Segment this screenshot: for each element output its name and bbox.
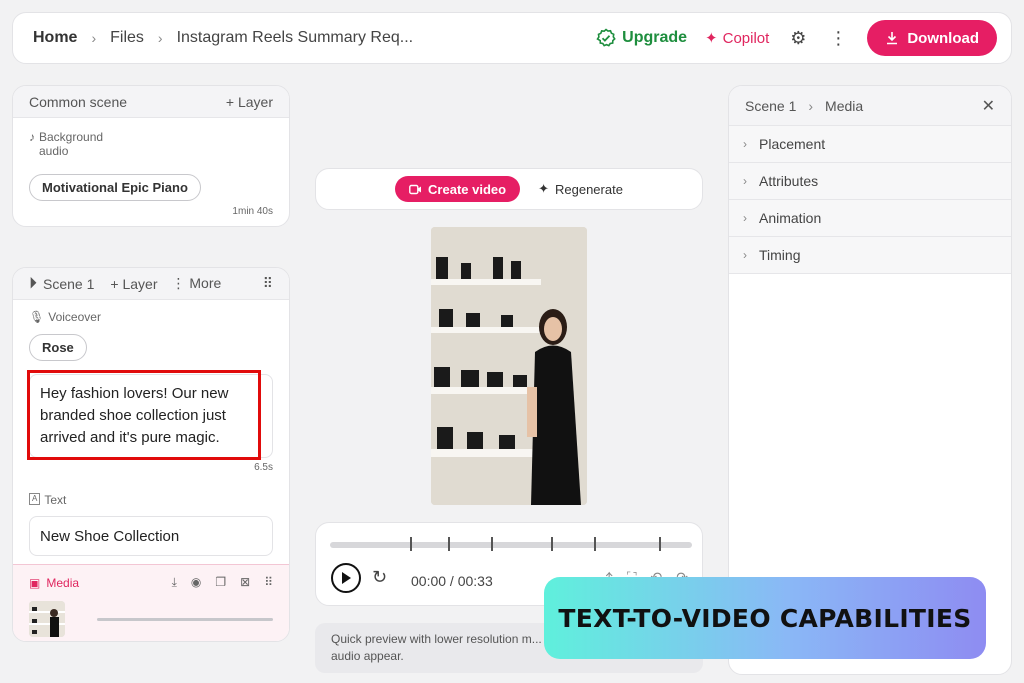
media-layer-row[interactable]: ▣ Media ⤓ ◉ ❐ ⊠ ⠿ [13, 564, 289, 641]
close-icon[interactable]: ✕ [982, 96, 995, 116]
crumb-scene[interactable]: Scene 1 [745, 98, 796, 114]
eye-icon[interactable]: ◉ [191, 575, 201, 590]
common-scene-card: Common scene + Layer ♪ Background audio … [12, 85, 290, 227]
breadcrumb-home[interactable]: Home [33, 29, 77, 47]
common-scene-title: Common scene [29, 93, 128, 110]
breadcrumb-files[interactable]: Files [110, 29, 144, 47]
chevron-right-icon: › [743, 211, 747, 225]
section-label: Timing [759, 247, 801, 263]
regenerate-label: Regenerate [555, 181, 623, 197]
crumb-media: Media [825, 97, 864, 114]
top-bar: Home › Files › Instagram Reels Summary R… [12, 12, 1012, 64]
add-layer-label: Layer [237, 93, 273, 110]
timeline-track[interactable] [330, 537, 692, 551]
add-layer-button[interactable]: + Layer [226, 94, 273, 110]
media-thumbnail[interactable] [29, 601, 65, 637]
scene-add-layer-button[interactable]: + Layer [110, 276, 157, 292]
scene-marker[interactable] [551, 537, 553, 551]
section-placement[interactable]: › Placement [729, 126, 1011, 163]
scene-marker[interactable] [448, 537, 450, 551]
voiceover-label: 🎙 Voiceover [29, 310, 101, 324]
chevron-right-icon: › [91, 30, 97, 46]
upgrade-button[interactable]: Upgrade [596, 28, 687, 48]
chevron-right-icon: › [743, 174, 747, 188]
section-animation[interactable]: › Animation [729, 200, 1011, 237]
section-timing[interactable]: › Timing [729, 237, 1011, 274]
settings-gear-icon[interactable]: ⚙ [787, 27, 809, 49]
action-bar: Create video ✦ Regenerate [315, 168, 703, 210]
download-icon [887, 32, 898, 45]
breadcrumb-current: Instagram Reels Summary Req... [176, 29, 414, 46]
sparkle-icon: ✦ [705, 30, 718, 47]
media-label: Media [46, 575, 80, 590]
delete-icon[interactable]: ⊠ [240, 575, 250, 590]
feature-badge: TEXT-TO-VIDEO CAPABILITIES [544, 577, 986, 659]
copilot-label: Copilot [722, 29, 770, 47]
breadcrumb: Home › Files › Instagram Reels Summary R… [33, 29, 413, 47]
music-note-icon: ♪ [29, 130, 35, 144]
more-vertical-icon[interactable]: ⋮ [827, 27, 849, 49]
chevron-right-icon: › [808, 97, 814, 114]
play-icon [342, 572, 351, 584]
sparkle-icon: ✦ [538, 181, 549, 196]
section-label: Animation [759, 210, 822, 226]
regenerate-button[interactable]: ✦ Regenerate [538, 181, 623, 197]
drag-handle-icon[interactable]: ⠿ [263, 275, 273, 292]
scene-more-button[interactable]: ⋮ More [172, 275, 222, 292]
download-icon[interactable]: ⤓ [172, 575, 177, 590]
text-label: Text [44, 493, 67, 507]
video-camera-icon [409, 184, 422, 194]
chevron-right-icon: › [157, 30, 163, 46]
bg-audio-text: Background audio [39, 130, 104, 158]
section-label: Attributes [759, 173, 819, 189]
drag-handle-icon[interactable]: ⠿ [264, 575, 273, 590]
scene-1-header: ⏵ Scene 1 + Layer ⋮ More ⠿ [13, 268, 289, 300]
upgrade-label: Upgrade [622, 29, 688, 46]
highlight-box [27, 370, 261, 460]
scene-marker[interactable] [659, 537, 661, 551]
chevron-right-icon: › [743, 248, 747, 262]
text-overlay-field[interactable]: New Shoe Collection [29, 516, 273, 556]
voice-chip[interactable]: Rose [29, 334, 87, 361]
create-video-button[interactable]: Create video [395, 176, 521, 202]
playback-time: 00:00 / 00:33 [411, 573, 493, 589]
video-preview[interactable] [431, 227, 587, 505]
audio-duration: 1min 40s [232, 206, 273, 217]
create-video-label: Create video [428, 181, 507, 197]
chevron-right-icon: › [743, 137, 747, 151]
scene-layer-label: Layer [122, 275, 158, 292]
replay-icon[interactable]: ↻ [372, 567, 387, 588]
media-timeline-bar[interactable] [97, 618, 273, 621]
text-box-icon: A [29, 493, 41, 505]
media-header: ▣ Media ⤓ ◉ ❐ ⊠ ⠿ [13, 565, 289, 590]
copilot-button[interactable]: ✦ Copilot [705, 29, 770, 48]
scene-marker[interactable] [410, 537, 412, 551]
play-button[interactable] [331, 563, 361, 593]
scene-marker[interactable] [594, 537, 596, 551]
download-button[interactable]: Download [867, 20, 997, 56]
properties-breadcrumb: Scene 1 › Media ✕ [729, 86, 1011, 126]
background-audio-label: ♪ Background audio [29, 130, 129, 158]
section-label: Placement [759, 136, 826, 152]
scene-more-label: More [189, 275, 222, 291]
verified-badge-icon [596, 28, 616, 47]
voiceover-text: Voiceover [48, 310, 101, 324]
image-icon: ▣ [29, 575, 41, 590]
download-label: Download [907, 29, 979, 47]
section-attributes[interactable]: › Attributes [729, 163, 1011, 200]
microphone-icon: 🎙 [29, 310, 45, 324]
scene-1-title: Scene 1 [43, 275, 95, 292]
scene-marker[interactable] [491, 537, 493, 551]
text-section-label: A Text [29, 493, 66, 507]
copy-icon[interactable]: ❐ [215, 575, 226, 590]
audio-track-chip[interactable]: Motivational Epic Piano [29, 174, 201, 201]
play-circle-icon[interactable]: ⏵ [29, 275, 37, 293]
voice-duration: 6.5s [254, 462, 273, 473]
common-scene-header: Common scene + Layer [13, 86, 289, 118]
